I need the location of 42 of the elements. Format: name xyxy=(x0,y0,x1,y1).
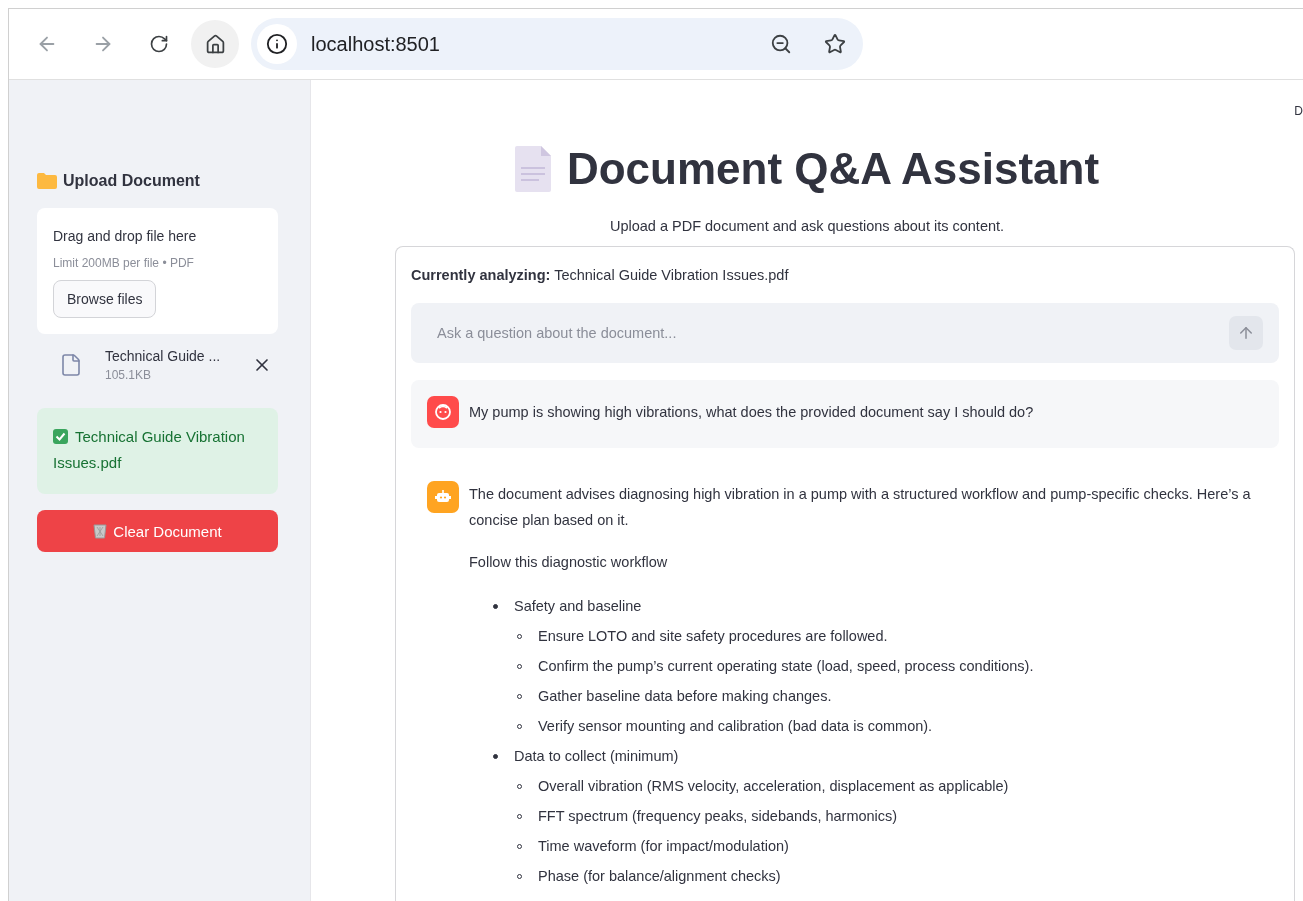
message-paragraph: The document advises diagnosing high vibration in a pump with a structured workflow and pump-specific checks. Here’s a concise plan based on it. xyxy=(469,485,1252,530)
list-item-text: FFT spectrum (frequency peaks, sidebands, harmonics) xyxy=(538,807,898,826)
info-icon[interactable] xyxy=(257,24,297,64)
robot-avatar-icon xyxy=(427,481,459,513)
file-size: 105.1KB xyxy=(105,368,153,382)
page-subtitle: Upload a PDF document and ask questions about its content. xyxy=(609,218,1005,234)
list-item-text: Verify sensor mounting and calibration (bad data is common). xyxy=(538,717,933,736)
list-item-text: Gather baseline data before making changes. xyxy=(538,687,832,706)
bullet-icon xyxy=(493,603,498,609)
list-item-text: Phase (for balance/alignment checks) xyxy=(538,867,781,886)
home-icon[interactable] xyxy=(204,33,226,55)
browse-files-button[interactable]: Browse files xyxy=(53,280,157,318)
home-button[interactable] xyxy=(191,20,239,68)
folder-icon xyxy=(37,173,57,189)
chat-input[interactable]: Ask a question about the document... xyxy=(411,303,1279,363)
list-item-text: Time waveform (for impact/modulation) xyxy=(538,837,789,856)
message-text: My pump is showing high vibrations, what does the provided document say I should do? xyxy=(469,403,1034,422)
page-title: Document Q&A Assistant xyxy=(566,144,1100,194)
dropzone-hint: Limit 200MB per file • PDF xyxy=(53,256,194,270)
user-avatar-icon xyxy=(427,396,459,428)
address-bar[interactable]: localhost:8501 xyxy=(251,18,863,70)
analyzing-label: Currently analyzing: Technical Guide Vibration Issues.pdf xyxy=(411,267,790,283)
reload-icon[interactable] xyxy=(149,34,169,54)
url-text: localhost:8501 xyxy=(311,32,441,56)
list-item-text: Overall vibration (RMS velocity, acceleration, displacement as applicable) xyxy=(538,777,1009,796)
list-item-text: Ensure LOTO and site safety procedures are followed. xyxy=(538,627,888,646)
list-item-text: Data to collect (minimum) xyxy=(514,747,679,766)
file-name: Technical Guide ... xyxy=(105,348,222,364)
sidebar-heading: Upload Document xyxy=(63,172,200,190)
dropzone-title: Drag and drop file here xyxy=(53,228,197,244)
list-item-text: Safety and baseline xyxy=(514,597,642,616)
file-icon xyxy=(59,353,83,377)
list-item-text: Confirm the pump’s current operating state (load, speed, process conditions). xyxy=(538,657,1034,676)
document-icon xyxy=(514,146,551,192)
bullet-icon xyxy=(493,753,498,759)
message-paragraph: Follow this diagnostic workflow xyxy=(469,553,669,572)
toolbar-text: D xyxy=(1294,104,1303,118)
success-message: Technical Guide Vibration Issues.pdf xyxy=(37,408,278,494)
check-icon xyxy=(53,429,68,444)
wastebasket-icon xyxy=(93,523,108,539)
clear-document-button[interactable]: Clear Document xyxy=(37,510,278,552)
file-dropzone[interactable]: Drag and drop file here Limit 200MB per file • PDF Browse files xyxy=(37,208,278,334)
